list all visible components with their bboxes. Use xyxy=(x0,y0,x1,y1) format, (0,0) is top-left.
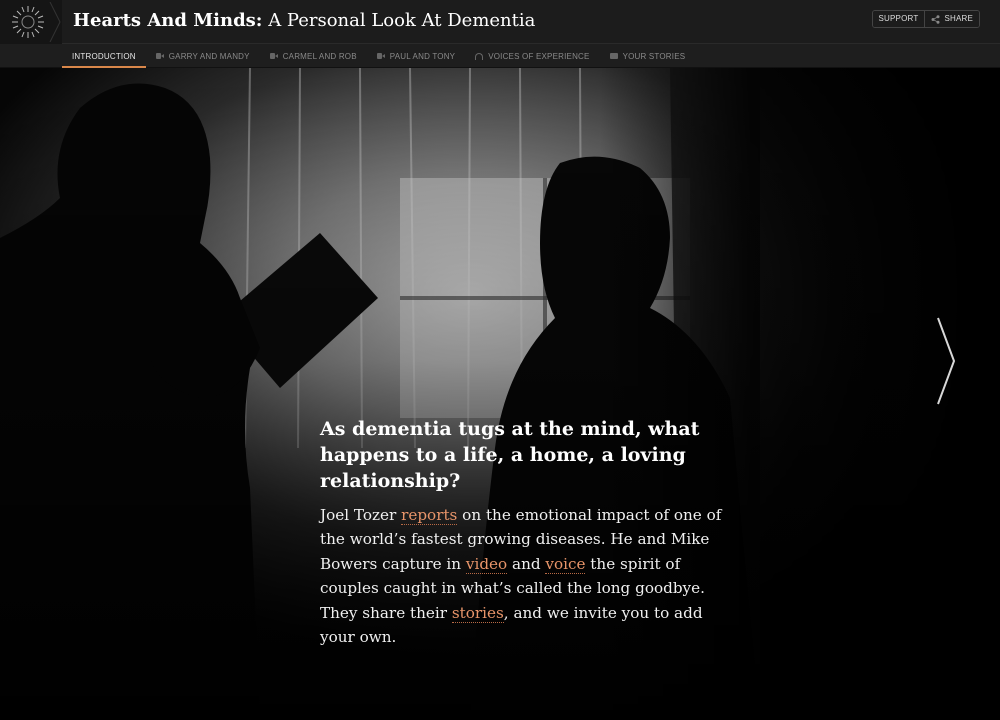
stories-link[interactable]: stories xyxy=(451,603,504,623)
headphones-icon xyxy=(475,52,484,60)
story-body: Joel Tozer reports on the emotional impa… xyxy=(320,503,730,649)
share-label: SHARE xyxy=(944,14,973,23)
tab-your-stories[interactable]: YOUR STORIES xyxy=(600,44,696,68)
tab-paul-and-tony[interactable]: PAUL AND TONY xyxy=(367,44,465,68)
reports-link[interactable]: reports xyxy=(401,506,458,525)
page-title-bold: Hearts And Minds: xyxy=(73,10,263,31)
support-button[interactable]: SUPPORT xyxy=(872,11,925,27)
voice-link[interactable]: voice xyxy=(545,554,586,574)
story-text: and xyxy=(507,554,546,573)
tab-label: VOICES OF EXPERIENCE xyxy=(488,51,590,61)
section-nav: INTRODUCTION GARRY AND MANDY CARMEL AND … xyxy=(0,44,1000,68)
share-button[interactable]: SHARE xyxy=(924,11,979,27)
tab-garry-and-mandy[interactable]: GARRY AND MANDY xyxy=(146,44,260,68)
next-slide-arrow[interactable] xyxy=(935,316,957,406)
page-title-subtitle: A Personal Look At Dementia xyxy=(268,10,536,31)
tab-label: YOUR STORIES xyxy=(622,51,686,61)
tab-voices-of-experience[interactable]: VOICES OF EXPERIENCE xyxy=(465,44,599,68)
story-headline: As dementia tugs at the mind, what happe… xyxy=(320,418,700,492)
tab-carmel-and-rob[interactable]: CARMEL AND ROB xyxy=(260,44,367,68)
support-label: SUPPORT xyxy=(878,14,919,23)
intro-story: As dementia tugs at the mind, what happe… xyxy=(320,416,730,649)
speech-bubble-icon xyxy=(609,53,618,59)
video-camera-icon xyxy=(376,53,385,59)
site-logo[interactable] xyxy=(0,0,62,44)
tab-label: GARRY AND MANDY xyxy=(168,51,250,61)
share-icon xyxy=(931,14,940,24)
header-actions: SUPPORT SHARE xyxy=(871,10,980,28)
tab-introduction[interactable]: INTRODUCTION xyxy=(62,44,146,68)
video-camera-icon xyxy=(269,53,278,59)
video-camera-icon xyxy=(155,53,164,59)
tab-label: CARMEL AND ROB xyxy=(282,51,357,61)
page-title: Hearts And Minds: A Personal Look At Dem… xyxy=(73,10,535,32)
top-bar: Hearts And Minds: A Personal Look At Dem… xyxy=(0,0,1000,44)
video-link[interactable]: video xyxy=(465,554,508,574)
story-text: Joel Tozer xyxy=(320,506,402,524)
tab-label: INTRODUCTION xyxy=(72,51,136,61)
chevron-right-icon xyxy=(937,317,956,405)
sunburst-logo-icon xyxy=(12,2,61,42)
section-tabs: INTRODUCTION GARRY AND MANDY CARMEL AND … xyxy=(62,44,695,68)
tab-label: PAUL AND TONY xyxy=(389,51,456,61)
